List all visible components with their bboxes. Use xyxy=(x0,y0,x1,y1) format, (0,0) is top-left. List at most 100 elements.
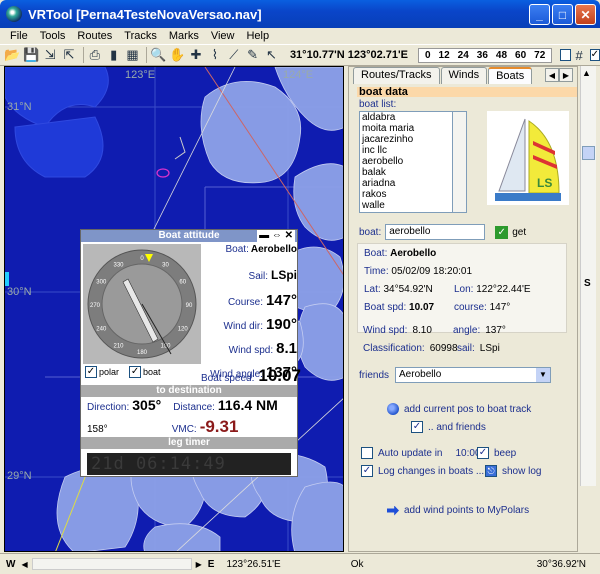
window-title: VRTool [Perna4TesteNovaVersao.nav] xyxy=(28,6,262,22)
list-item[interactable]: jacarezinho xyxy=(362,134,452,145)
wind-dir-row: Wind dir: 190° xyxy=(223,316,297,333)
menu-bar: File Tools Routes Tracks Marks View Help xyxy=(0,28,600,44)
hour-option[interactable]: 12 xyxy=(436,50,453,61)
print-icon[interactable]: ⎙ xyxy=(86,46,103,64)
boat-info-box: Boat: Aerobello Time: 05/02/09 18:20:01 … xyxy=(357,243,567,333)
friends-select[interactable]: Aerobello ▼ xyxy=(395,367,552,383)
track-icon[interactable]: ⟋ xyxy=(225,46,242,64)
list-item[interactable]: rakos xyxy=(362,189,452,200)
tab-scroll-left[interactable]: ◀ xyxy=(545,68,559,82)
boat-attitude-panel[interactable]: Boat attitude ▬ ⇔ ✕ 0 30 60 90 120 150 180 210 2… xyxy=(80,229,301,477)
leg-timer-title: leg timer xyxy=(81,437,297,449)
menu-view[interactable]: View xyxy=(205,30,241,42)
lat-scale-letter: S xyxy=(584,278,591,289)
tab-routes-tracks[interactable]: Routes/Tracks xyxy=(353,67,440,84)
scroll-thumb[interactable] xyxy=(582,146,595,160)
lon-label: 124°E xyxy=(283,69,314,81)
hour-option[interactable]: 0 xyxy=(422,50,434,61)
tab-boats[interactable]: Boats xyxy=(488,67,533,84)
save-icon[interactable]: 💾 xyxy=(23,46,40,64)
list-item[interactable]: ariadna xyxy=(362,178,452,189)
boat-input[interactable]: aerobello xyxy=(385,224,486,240)
status-coord-left: 123°26.51'E xyxy=(226,558,281,570)
boat-list[interactable]: aldabra moita maria jacarezinho inc llc … xyxy=(359,111,453,213)
west-letter: W xyxy=(6,558,16,570)
and-friends-checkbox[interactable]: ✓.. and friends xyxy=(411,421,486,433)
boat-name-row: Boat: Aerobello xyxy=(225,244,297,255)
menu-help[interactable]: Help xyxy=(240,30,275,42)
compass-tick-label: 270 xyxy=(90,303,101,309)
horizontal-scrollbar[interactable] xyxy=(31,558,192,570)
lat-label: 30°N xyxy=(7,286,32,298)
beep-checkbox[interactable]: ✓ beep xyxy=(477,447,516,459)
hour-option[interactable]: 48 xyxy=(493,50,510,61)
chevron-down-icon[interactable]: ▼ xyxy=(536,368,551,382)
menu-marks[interactable]: Marks xyxy=(163,30,205,42)
menu-routes[interactable]: Routes xyxy=(71,30,118,42)
vmc-row: 158° VMC: -9.31 xyxy=(87,417,239,436)
route-icon[interactable]: ⌇ xyxy=(206,46,223,64)
boat-attitude-title: Boat attitude ▬ ⇔ ✕ xyxy=(81,230,297,242)
to-destination-title: to destination xyxy=(81,385,297,397)
side-panel: Routes/Tracks Winds Boats ◀ ▶ boat data … xyxy=(348,66,578,552)
pointer-icon[interactable]: ↖ xyxy=(263,46,280,64)
toolbar-checkbox-2[interactable]: ✓ xyxy=(589,49,600,61)
boat-sail-logo: LS xyxy=(487,111,569,205)
get-icon[interactable]: ✓ xyxy=(495,225,509,239)
zoom-icon[interactable]: 🔍 xyxy=(150,46,167,64)
list-item[interactable]: aerobello xyxy=(362,156,452,167)
add-wind-button[interactable]: add wind points to MyPolars xyxy=(387,505,529,516)
grid-icon[interactable]: # xyxy=(571,46,588,64)
menu-tracks[interactable]: Tracks xyxy=(118,30,163,42)
toolbar-checkbox-1[interactable] xyxy=(560,49,571,61)
device-icon[interactable]: ▮ xyxy=(105,46,122,64)
list-item[interactable]: aldabra xyxy=(362,112,452,123)
export-icon[interactable]: ⇱ xyxy=(61,46,78,64)
import-icon[interactable]: ⇲ xyxy=(42,46,59,64)
boat-speed: Boat speed: 10.07 xyxy=(201,366,301,385)
toolbar: 📂 💾 ⇲ ⇱ ⎙ ▮ ▦ 🔍 ✋ ✚ ⌇ ⟋ ✎ ↖ 31°10.77'N 1… xyxy=(0,44,600,66)
compass-tick-label: 330 xyxy=(113,262,124,268)
compass-tick-label: 240 xyxy=(96,327,107,333)
open-icon[interactable]: 📂 xyxy=(4,46,21,64)
list-item[interactable]: moita maria xyxy=(362,123,452,134)
hour-option[interactable]: 24 xyxy=(455,50,472,61)
friends-label: friends xyxy=(359,369,390,381)
close-button[interactable]: ✕ xyxy=(575,4,596,25)
tab-winds[interactable]: Winds xyxy=(440,67,488,84)
panel-controls[interactable]: ▬ ⇔ ✕ xyxy=(257,230,295,242)
title-bar: VRTool [Perna4TesteNovaVersao.nav] _ □ ✕ xyxy=(0,0,600,28)
list-item[interactable]: balak xyxy=(362,167,452,178)
lat-label: 31°N xyxy=(7,101,32,113)
polar-checkbox[interactable]: ✓ polar xyxy=(85,366,119,378)
side-scrollbar[interactable]: ▲ S xyxy=(580,66,596,486)
boat-list-scrollbar[interactable] xyxy=(453,111,467,213)
compass-tick-label: 30 xyxy=(162,262,169,268)
status-bar: W ◀ ▶ E 123°26.51'E Ok 30°36.92'N xyxy=(0,553,600,574)
scroll-up-icon[interactable]: ▲ xyxy=(582,68,591,78)
maximize-button[interactable]: □ xyxy=(552,4,573,25)
show-log-button[interactable]: ⎋ show log xyxy=(485,465,541,477)
lon-label: 123°E xyxy=(125,69,156,81)
list-item[interactable]: walle xyxy=(362,200,452,211)
list-item[interactable]: inc llc xyxy=(362,145,452,156)
calculator-icon[interactable]: ▦ xyxy=(124,46,141,64)
scroll-left-icon[interactable]: ◀ xyxy=(21,560,27,569)
add-pos-button[interactable]: add current pos to boat track xyxy=(387,403,531,415)
boat-checkbox[interactable]: ✓ boat xyxy=(129,366,161,378)
hour-option[interactable]: 72 xyxy=(531,50,548,61)
hour-option[interactable]: 36 xyxy=(474,50,491,61)
measure-icon[interactable]: ✚ xyxy=(188,46,205,64)
pan-hand-icon[interactable]: ✋ xyxy=(169,46,186,64)
auto-update-checkbox[interactable]: Auto update in 10:00 xyxy=(361,447,481,459)
menu-tools[interactable]: Tools xyxy=(34,30,72,42)
menu-file[interactable]: File xyxy=(4,30,34,42)
hour-option[interactable]: 60 xyxy=(512,50,529,61)
minimize-button[interactable]: _ xyxy=(529,4,550,25)
brush-icon[interactable]: ✎ xyxy=(244,46,261,64)
log-changes-checkbox[interactable]: ✓ Log changes in boats ... xyxy=(361,465,484,477)
tab-scroll-right[interactable]: ▶ xyxy=(559,68,573,82)
boat-field-label: boat: xyxy=(359,226,382,238)
scroll-right-icon[interactable]: ▶ xyxy=(196,560,202,569)
get-button[interactable]: get xyxy=(512,227,526,238)
